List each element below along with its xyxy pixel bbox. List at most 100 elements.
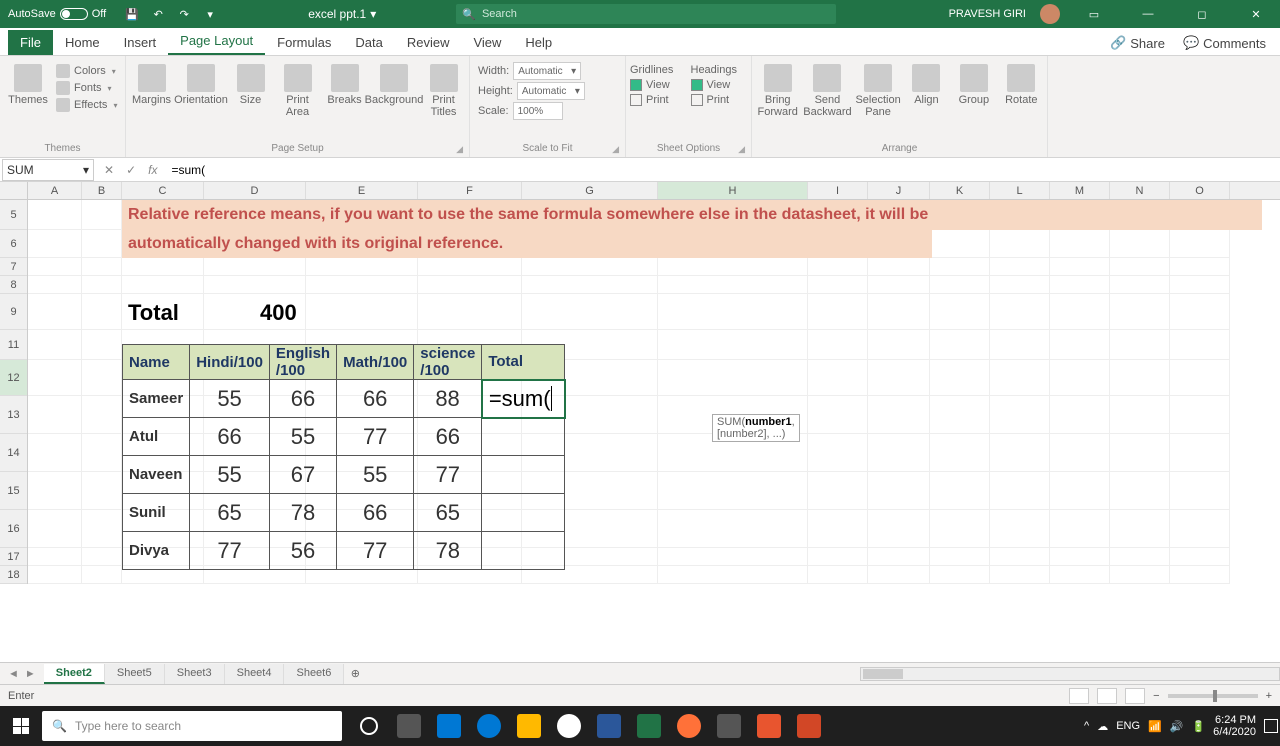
row-header-13[interactable]: 13 — [0, 396, 27, 434]
settings-icon[interactable] — [710, 706, 748, 746]
row-header-6[interactable]: 6 — [0, 230, 27, 258]
orientation-button[interactable]: Orientation — [177, 62, 225, 106]
zoom-slider[interactable] — [1168, 694, 1258, 698]
cell[interactable]: 77 — [190, 532, 270, 570]
cortana-icon[interactable] — [350, 706, 388, 746]
gridlines-view-check[interactable]: View — [630, 79, 687, 91]
col-header-L[interactable]: L — [990, 182, 1050, 199]
cell[interactable]: 77 — [337, 532, 414, 570]
row-header-17[interactable]: 17 — [0, 548, 27, 566]
cell[interactable]: 55 — [269, 418, 336, 456]
page-break-view-button[interactable] — [1125, 688, 1145, 704]
row-header-15[interactable]: 15 — [0, 472, 27, 510]
themes-button[interactable]: Themes — [4, 62, 52, 106]
cell[interactable]: 55 — [337, 456, 414, 494]
firefox-icon[interactable] — [670, 706, 708, 746]
group-button[interactable]: Group — [952, 62, 995, 106]
cell[interactable]: 66 — [269, 380, 336, 418]
dialog-launcher-icon[interactable]: ◢ — [456, 144, 463, 155]
document-name[interactable]: excel ppt.1 ▾ — [308, 7, 376, 21]
next-sheet-icon[interactable]: ► — [25, 668, 36, 680]
col-header-H[interactable]: H — [658, 182, 808, 199]
row-header-7[interactable]: 7 — [0, 258, 27, 276]
row-header-9[interactable]: 9 — [0, 294, 27, 330]
language-indicator[interactable]: ENG — [1116, 720, 1140, 732]
col-header-J[interactable]: J — [868, 182, 930, 199]
sheet-tab-sheet5[interactable]: Sheet5 — [105, 664, 165, 684]
col-header-C[interactable]: C — [122, 182, 204, 199]
sheet-tab-sheet6[interactable]: Sheet6 — [284, 664, 344, 684]
row-header-18[interactable]: 18 — [0, 566, 27, 584]
active-cell[interactable]: =sum( — [482, 380, 565, 418]
colors-button[interactable]: Colors — [56, 64, 117, 78]
clock[interactable]: 6:24 PM6/4/2020 — [1213, 714, 1256, 738]
col-header-D[interactable]: D — [204, 182, 306, 199]
start-button[interactable] — [0, 706, 42, 746]
normal-view-button[interactable] — [1069, 688, 1089, 704]
cell[interactable]: 55 — [190, 456, 270, 494]
user-name[interactable]: PRAVESH GIRI — [949, 8, 1026, 20]
powerpoint-icon[interactable] — [790, 706, 828, 746]
width-select[interactable]: Automatic▾ — [513, 62, 581, 80]
row-header-8[interactable]: 8 — [0, 276, 27, 294]
word-icon[interactable] — [590, 706, 628, 746]
print-titles-button[interactable]: Print Titles — [422, 62, 465, 118]
horizontal-scrollbar[interactable] — [860, 667, 1280, 681]
cell[interactable]: 67 — [269, 456, 336, 494]
outlook-icon[interactable] — [430, 706, 468, 746]
cell[interactable]: Sunil — [123, 494, 190, 532]
select-all-corner[interactable] — [0, 182, 28, 199]
cell[interactable]: 56 — [269, 532, 336, 570]
col-header-E[interactable]: E — [306, 182, 418, 199]
fonts-button[interactable]: Fonts — [56, 81, 117, 95]
edge-icon[interactable] — [470, 706, 508, 746]
share-button[interactable]: 🔗Share — [1104, 31, 1171, 55]
tab-page-layout[interactable]: Page Layout — [168, 28, 265, 55]
scale-input[interactable]: 100% — [513, 102, 563, 120]
cell[interactable] — [482, 494, 565, 532]
zoom-out-button[interactable]: − — [1153, 690, 1159, 702]
tab-insert[interactable]: Insert — [112, 30, 169, 55]
app-icon[interactable] — [750, 706, 788, 746]
redo-icon[interactable]: ↷ — [176, 6, 192, 22]
sheet-tab-sheet4[interactable]: Sheet4 — [225, 664, 285, 684]
tray-chevron-icon[interactable]: ^ — [1084, 720, 1089, 732]
page-layout-view-button[interactable] — [1097, 688, 1117, 704]
cell[interactable]: Divya — [123, 532, 190, 570]
volume-icon[interactable]: 🔊 — [1170, 720, 1184, 733]
fx-icon[interactable]: fx — [148, 163, 157, 177]
zoom-in-button[interactable]: + — [1266, 690, 1272, 702]
size-button[interactable]: Size — [229, 62, 272, 106]
qat-more-icon[interactable]: ▾ — [202, 6, 218, 22]
explorer-icon[interactable] — [510, 706, 548, 746]
cancel-icon[interactable]: ✕ — [104, 163, 114, 177]
tab-formulas[interactable]: Formulas — [265, 30, 343, 55]
headings-print-check[interactable]: Print — [691, 94, 748, 106]
sheet-nav[interactable]: ◄► — [0, 668, 44, 680]
tab-data[interactable]: Data — [343, 30, 394, 55]
col-header-O[interactable]: O — [1170, 182, 1230, 199]
cell[interactable]: Atul — [123, 418, 190, 456]
cell[interactable] — [482, 456, 565, 494]
cell[interactable]: 78 — [414, 532, 482, 570]
cell[interactable]: Sameer — [123, 380, 190, 418]
battery-icon[interactable]: 🔋 — [1191, 720, 1205, 733]
search-input[interactable]: 🔍 Search — [456, 4, 836, 24]
print-area-button[interactable]: Print Area — [276, 62, 319, 118]
row-header-14[interactable]: 14 — [0, 434, 27, 472]
maximize-icon[interactable]: ◻ — [1182, 0, 1222, 28]
col-header-N[interactable]: N — [1110, 182, 1170, 199]
tab-home[interactable]: Home — [53, 30, 112, 55]
tab-file[interactable]: File — [8, 30, 53, 55]
name-box[interactable]: SUM▾ — [2, 159, 94, 181]
undo-icon[interactable]: ↶ — [150, 6, 166, 22]
effects-button[interactable]: Effects — [56, 98, 117, 112]
row-header-5[interactable]: 5 — [0, 200, 27, 230]
col-header-A[interactable]: A — [28, 182, 82, 199]
cell[interactable]: 77 — [414, 456, 482, 494]
chrome-icon[interactable] — [550, 706, 588, 746]
dialog-launcher-icon[interactable]: ◢ — [612, 144, 619, 155]
cell[interactable]: 66 — [190, 418, 270, 456]
enter-icon[interactable]: ✓ — [126, 163, 136, 177]
background-button[interactable]: Background — [370, 62, 418, 106]
